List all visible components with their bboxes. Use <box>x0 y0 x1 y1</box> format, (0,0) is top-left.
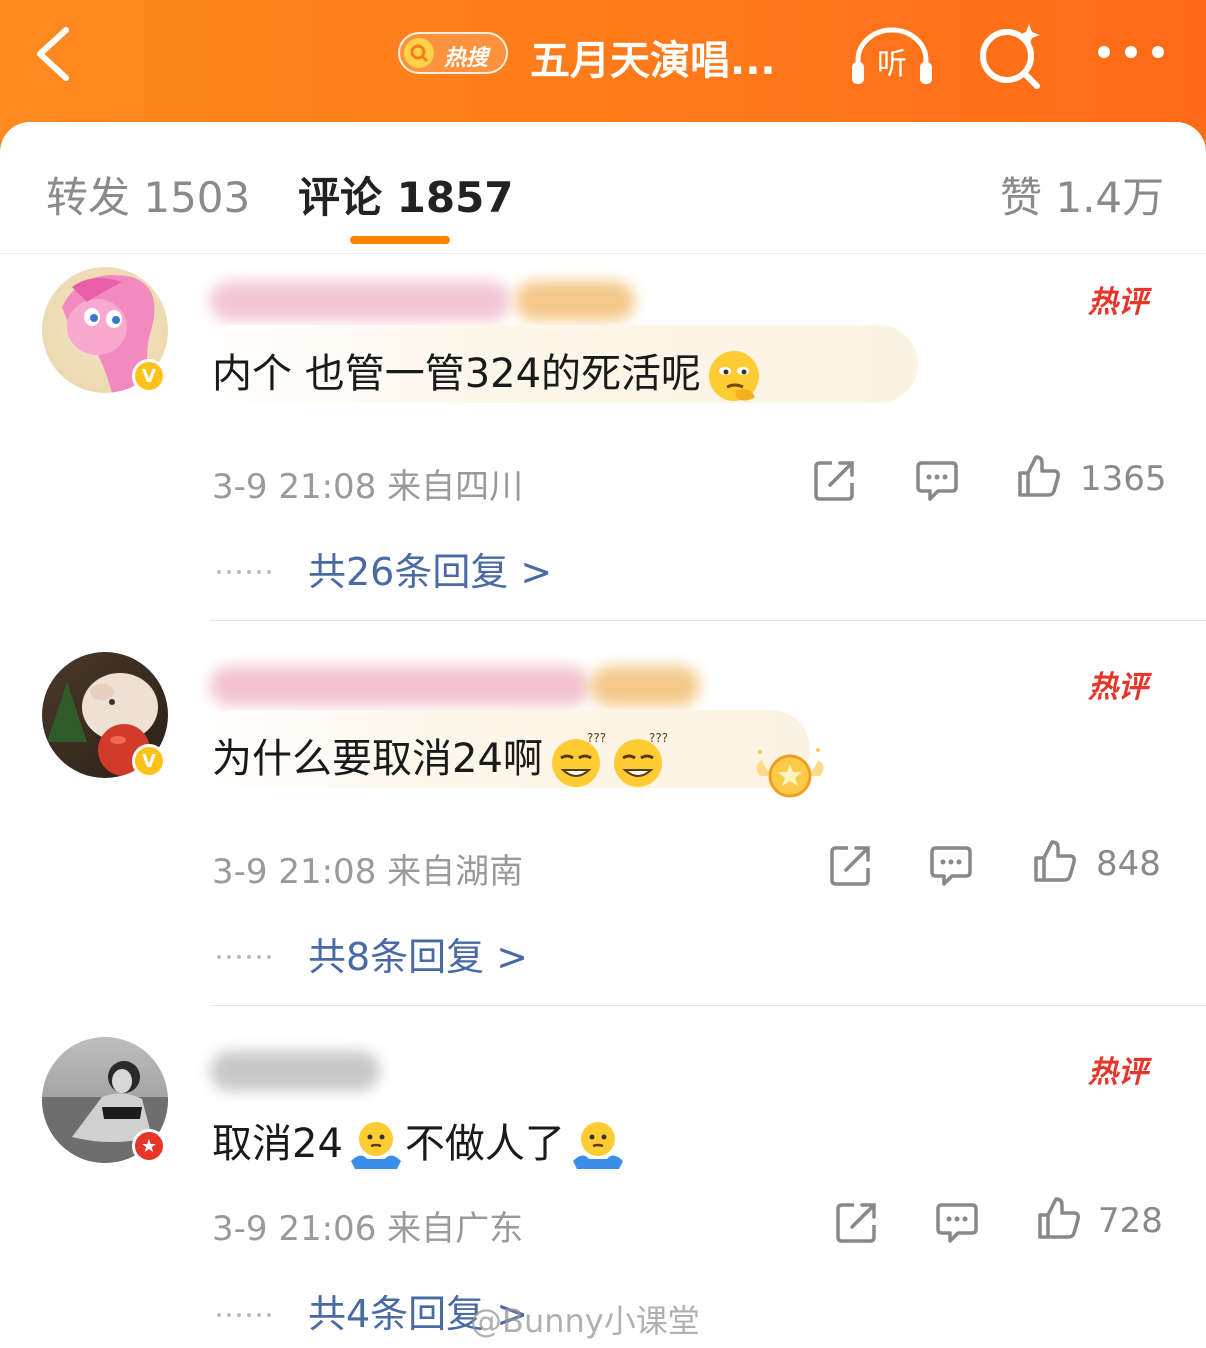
tab-bar: 转发 1503 评论 1857 赞 1.4万 <box>0 122 1206 254</box>
thumbs-up-icon <box>1018 455 1060 497</box>
share-icon <box>814 461 854 501</box>
hot-comment-tag: 热评 <box>1088 285 1148 320</box>
svg-text:听: 听 <box>877 47 907 82</box>
hot-search-badge[interactable]: 热搜 <box>398 32 508 74</box>
reply-button[interactable] <box>914 457 960 503</box>
tab-likes[interactable]: 赞 1.4万 <box>1000 164 1164 225</box>
divider <box>210 620 1206 621</box>
comment-meta: 3-9 21:08 来自四川 <box>212 467 524 507</box>
share-icon <box>830 846 870 886</box>
view-replies-link[interactable]: 共26条回复 > <box>308 541 552 596</box>
like-button[interactable] <box>1032 838 1078 884</box>
verified-badge: V <box>132 744 166 778</box>
back-button[interactable] <box>30 24 80 84</box>
hot-comment-tag: 热评 <box>1088 670 1148 705</box>
chevron-left-icon <box>37 27 69 81</box>
comment-bubble-icon <box>936 1203 978 1243</box>
comment-text: 为什么要取消24啊 <box>212 736 543 782</box>
listen-button[interactable]: 听 <box>850 26 934 86</box>
search-mini-icon <box>404 38 434 68</box>
svg-text:???: ??? <box>649 732 667 745</box>
svg-text:???: ??? <box>587 732 605 745</box>
like-count: 1365 <box>1080 459 1167 499</box>
comment-bubble-icon <box>930 846 972 886</box>
share-button[interactable] <box>828 842 874 888</box>
comment-text-row: 为什么要取消24啊 ??? ??? <box>212 726 667 790</box>
top-bar: 热搜 五月天演唱... 听 <box>0 0 1206 140</box>
comment-text-row: 内个 也管一管324的死活呢 <box>212 341 763 405</box>
thumbs-up-icon <box>1034 840 1076 882</box>
share-icon <box>836 1203 876 1243</box>
headphones-icon: 听 <box>852 27 932 84</box>
tab-repost[interactable]: 转发 1503 <box>46 164 250 225</box>
verified-badge: V <box>132 359 166 393</box>
like-button[interactable] <box>1016 453 1062 499</box>
divider <box>210 1005 1206 1006</box>
user-level-badge-blurred <box>515 281 635 321</box>
thinking-face-emoji <box>709 351 760 401</box>
more-dots-icon <box>1098 46 1164 58</box>
like-count: 848 <box>1096 844 1161 884</box>
comment-text-row: 取消24 不做人了 <box>212 1111 627 1175</box>
view-replies-link[interactable]: 共8条回复 > <box>308 926 528 981</box>
like-button[interactable] <box>1036 1195 1082 1241</box>
user-level-badge-blurred <box>590 666 700 706</box>
share-button[interactable] <box>812 457 858 503</box>
comment-item: V 热评 内个 也管一管324的死活呢 3-9 21:08 来自四川 1365 … <box>0 255 1206 621</box>
comment-meta: 3-9 21:06 来自广东 <box>212 1209 524 1249</box>
confused-grin-emoji: ??? <box>613 732 667 787</box>
page-title: 五月天演唱... <box>530 38 776 84</box>
award-star-icon <box>756 748 824 798</box>
share-button[interactable] <box>834 1199 880 1245</box>
more-button[interactable] <box>1096 40 1166 64</box>
confused-grin-emoji: ??? <box>551 732 605 787</box>
shrug-emoji <box>350 1122 401 1169</box>
shrug-emoji <box>572 1122 623 1169</box>
active-tab-indicator <box>350 236 450 244</box>
comment-item: V 热评 为什么要取消24啊 ??? ??? 3-9 21:08 来自湖南 84… <box>0 640 1206 1006</box>
comment-text: 取消24 <box>212 1121 343 1167</box>
verified-badge: ★ <box>132 1129 166 1163</box>
comment-meta: 3-9 21:08 来自湖南 <box>212 852 524 892</box>
like-count: 728 <box>1098 1201 1163 1241</box>
reply-dots <box>216 945 276 959</box>
comment-bubble-icon <box>916 461 958 501</box>
hot-search-label: 热搜 <box>444 46 489 71</box>
reply-button[interactable] <box>934 1199 980 1245</box>
username-blurred[interactable] <box>210 1051 380 1091</box>
username-blurred[interactable] <box>210 281 510 321</box>
username-blurred[interactable] <box>210 666 590 706</box>
search-button[interactable] <box>975 20 1045 90</box>
comment-text: 不做人了 <box>404 1121 565 1167</box>
tab-comments[interactable]: 评论 1857 <box>298 164 514 225</box>
watermark: @Bunny小课堂 <box>470 1302 700 1340</box>
reply-dots <box>216 560 276 574</box>
reply-dots <box>216 1303 276 1317</box>
thumbs-up-icon <box>1038 1197 1080 1239</box>
search-sparkle-icon <box>980 24 1040 89</box>
hot-comment-tag: 热评 <box>1088 1055 1148 1090</box>
reply-button[interactable] <box>928 842 974 888</box>
comment-text: 内个 也管一管324的死活呢 <box>212 351 702 397</box>
